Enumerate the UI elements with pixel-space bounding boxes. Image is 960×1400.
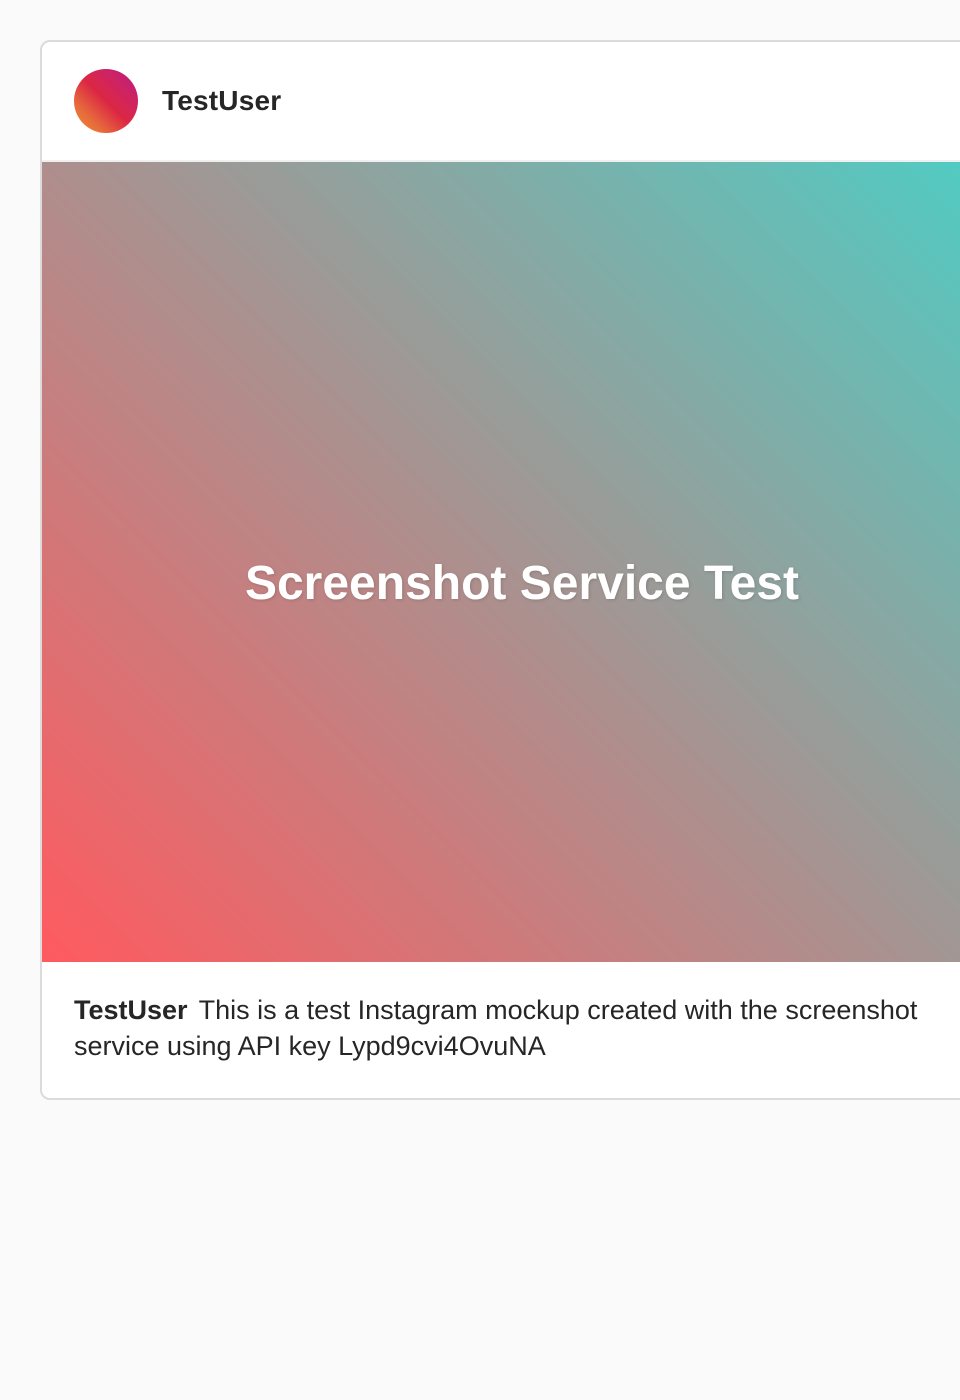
- post-image[interactable]: Screenshot Service Test: [42, 162, 960, 962]
- post-username[interactable]: TestUser: [162, 85, 281, 117]
- caption-text: This is a test Instagram mockup created …: [74, 995, 918, 1061]
- post-caption: TestUser This is a test Instagram mockup…: [42, 962, 960, 1064]
- post-header: TestUser: [42, 42, 960, 162]
- avatar[interactable]: [74, 69, 138, 133]
- caption-username[interactable]: TestUser: [74, 995, 188, 1025]
- post-card: TestUser Screenshot Service Test TestUse…: [40, 40, 960, 1100]
- post-image-text: Screenshot Service Test: [244, 557, 800, 610]
